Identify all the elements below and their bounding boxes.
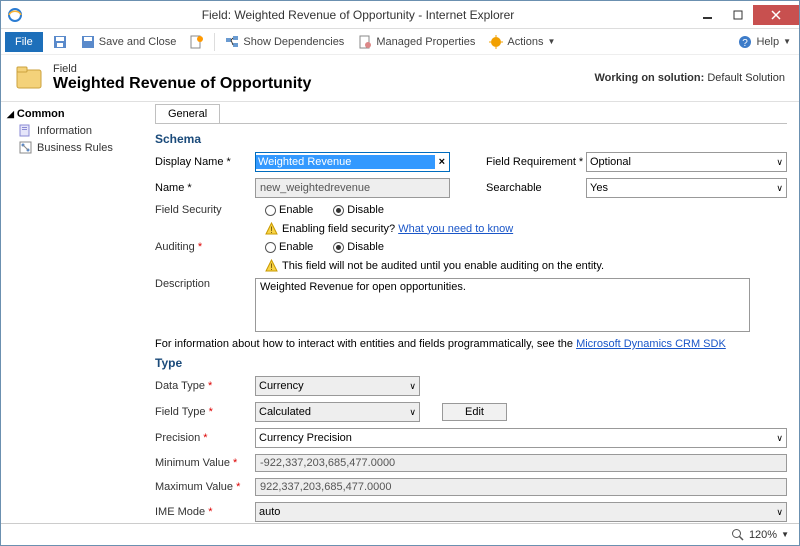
ie-icon [7,7,23,23]
breadcrumb: Field [53,63,594,75]
managed-properties-label: Managed Properties [376,36,475,48]
new-button[interactable] [186,33,208,51]
field-icon [15,64,45,92]
sidebar-item-label: Business Rules [37,142,113,154]
help-label: Help [756,36,779,48]
zoom-level[interactable]: 120% [749,529,777,541]
show-dependencies-label: Show Dependencies [243,36,344,48]
data-type-select[interactable]: Currency∨ [255,376,420,396]
page-header: Field Weighted Revenue of Opportunity Wo… [1,55,799,102]
security-info-link[interactable]: What you need to know [398,223,513,235]
auditing-disable-radio[interactable]: Disable [333,241,384,253]
sidebar-item-business-rules[interactable]: Business Rules [7,139,144,156]
ime-mode-select[interactable]: auto∨ [255,502,787,522]
tab-general[interactable]: General [155,104,220,123]
managed-properties-button[interactable]: Managed Properties [354,33,479,51]
sidebar-item-information[interactable]: Information [7,122,144,139]
max-value-label: Maximum Value [155,481,233,493]
solution-indicator: Working on solution: Default Solution [594,72,785,84]
type-section-title: Type [155,356,787,370]
searchable-label: Searchable [486,182,586,194]
field-security-enable-radio[interactable]: Enable [265,204,313,216]
edit-button[interactable]: Edit [442,403,507,421]
file-menu-button[interactable]: File [5,32,43,52]
window-title: Field: Weighted Revenue of Opportunity -… [23,8,693,22]
searchable-select[interactable]: Yes∨ [586,178,787,198]
save-and-close-button[interactable]: Save and Close [77,33,181,51]
field-requirement-select[interactable]: Optional∨ [586,152,787,172]
clear-icon[interactable]: × [435,156,449,168]
display-name-label: Display Name [155,156,223,168]
name-input[interactable] [255,178,450,198]
description-textarea[interactable]: Weighted Revenue for open opportunities. [255,278,750,332]
auditing-label: Auditing [155,241,195,253]
field-security-label: Field Security [155,204,255,216]
save-button[interactable] [49,33,71,51]
min-value-input[interactable] [255,454,787,472]
zoom-dropdown-icon[interactable]: ▼ [781,530,789,539]
min-value-label: Minimum Value [155,457,230,469]
actions-menu-button[interactable]: Actions ▼ [485,33,559,51]
precision-select[interactable]: Currency Precision∨ [255,428,787,448]
precision-label: Precision [155,432,200,444]
chevron-down-icon: ∨ [409,407,416,418]
field-security-disable-radio[interactable]: Disable [333,204,384,216]
auditing-enable-radio[interactable]: Enable [265,241,313,253]
window-maximize-button[interactable] [723,5,753,25]
content-panel: General Schema Display Name * Weighted R… [151,102,799,524]
data-type-label: Data Type [155,380,205,392]
svg-text:!: ! [270,262,273,272]
status-bar: 120% ▼ [1,523,799,545]
help-button[interactable]: ?Help ▼ [734,33,795,51]
svg-text:!: ! [270,225,273,235]
name-label: Name [155,182,184,194]
actions-label: Actions [507,36,543,48]
display-name-input[interactable]: Weighted Revenue × [255,152,450,172]
sidebar: ◢Common Information Business Rules [1,102,151,524]
chevron-down-icon: ∨ [776,507,783,518]
description-label: Description [155,278,255,290]
window-close-button[interactable] [753,5,799,25]
chevron-down-icon: ∨ [776,433,783,444]
toolbar: File Save and Close Show Dependencies Ma… [1,29,799,55]
save-and-close-label: Save and Close [99,36,177,48]
field-type-select[interactable]: Calculated∨ [255,402,420,422]
window-titlebar: Field: Weighted Revenue of Opportunity -… [1,1,799,29]
show-dependencies-button[interactable]: Show Dependencies [221,33,348,51]
sidebar-group-common[interactable]: ◢Common [7,106,144,122]
chevron-down-icon: ∨ [409,381,416,392]
svg-text:?: ? [743,38,749,49]
page-title: Weighted Revenue of Opportunity [53,75,594,93]
max-value-input[interactable] [255,478,787,496]
schema-section-title: Schema [155,132,787,146]
ime-mode-label: IME Mode [155,506,205,518]
sidebar-item-label: Information [37,125,92,137]
field-type-label: Field Type [155,406,206,418]
warning-icon: ! [265,259,278,272]
field-requirement-label: Field Requirement [486,156,576,168]
window-minimize-button[interactable] [693,5,723,25]
chevron-down-icon: ∨ [776,157,783,168]
chevron-down-icon: ∨ [776,183,783,194]
warning-icon: ! [265,222,278,235]
zoom-icon[interactable] [731,528,745,542]
sdk-link[interactable]: Microsoft Dynamics CRM SDK [576,338,726,350]
